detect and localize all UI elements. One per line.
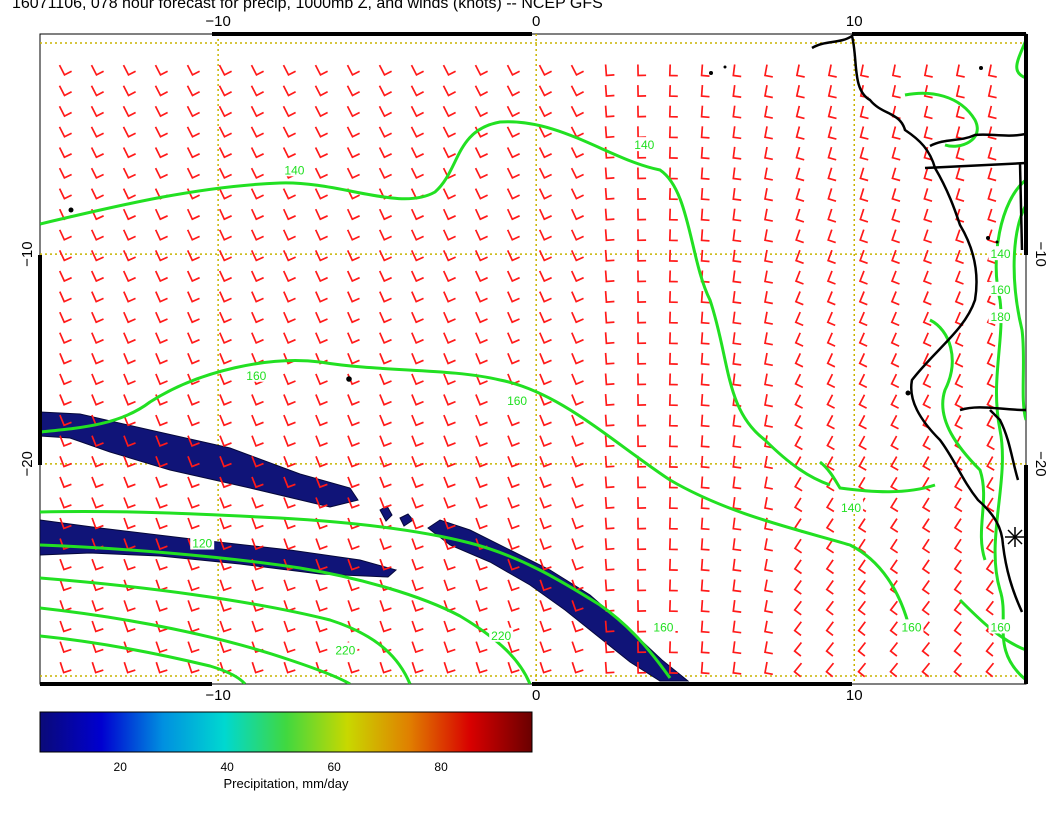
island xyxy=(346,376,352,382)
colorbar-tick-label: 60 xyxy=(327,760,341,774)
island xyxy=(995,240,999,244)
contour-label: 160 xyxy=(991,620,1011,634)
colorbar-tick-label: 20 xyxy=(113,760,127,774)
lat-tick-label: −20 xyxy=(19,451,36,476)
lon-tick-label: −10 xyxy=(205,13,230,30)
island xyxy=(68,207,74,213)
station-marker xyxy=(1005,527,1025,547)
contour-label: 160 xyxy=(901,620,921,634)
precip-colorbar xyxy=(39,711,533,753)
island xyxy=(709,71,713,75)
contour-label: 220 xyxy=(491,629,511,643)
colorbar-tick-label: 80 xyxy=(434,760,448,774)
lon-tick-label: 0 xyxy=(532,687,540,704)
contour-label: 140 xyxy=(991,247,1011,261)
contour-label: 140 xyxy=(634,138,654,152)
contour-label: 140 xyxy=(284,163,304,177)
lat-tick-label: −10 xyxy=(19,241,36,266)
lon-tick-label: 10 xyxy=(846,13,863,30)
island xyxy=(723,65,727,69)
forecast-map: 140 140 160 160 140 120 220 220 160 160 160 140 160 1… xyxy=(19,13,1049,753)
contour-label: 220 xyxy=(335,643,355,657)
contour-label: 120 xyxy=(192,537,212,551)
contour-label: 160 xyxy=(991,283,1011,297)
contour-label: 180 xyxy=(991,310,1011,324)
lon-tick-label: 0 xyxy=(532,13,540,30)
island xyxy=(905,390,911,396)
colorbar-tick-label: 40 xyxy=(220,760,234,774)
lat-tick-label: −10 xyxy=(1032,241,1049,266)
contour-label: 160 xyxy=(653,620,673,634)
contour-label: 160 xyxy=(246,369,266,383)
lon-tick-label: 10 xyxy=(846,687,863,704)
lat-tick-label: −20 xyxy=(1032,451,1049,476)
contour-label: 140 xyxy=(841,501,861,515)
colorbar-label: Precipitation, mm/day xyxy=(223,776,349,791)
lon-tick-label: −10 xyxy=(205,687,230,704)
island xyxy=(979,66,983,70)
island xyxy=(986,236,990,240)
contour-label: 160 xyxy=(507,394,527,408)
